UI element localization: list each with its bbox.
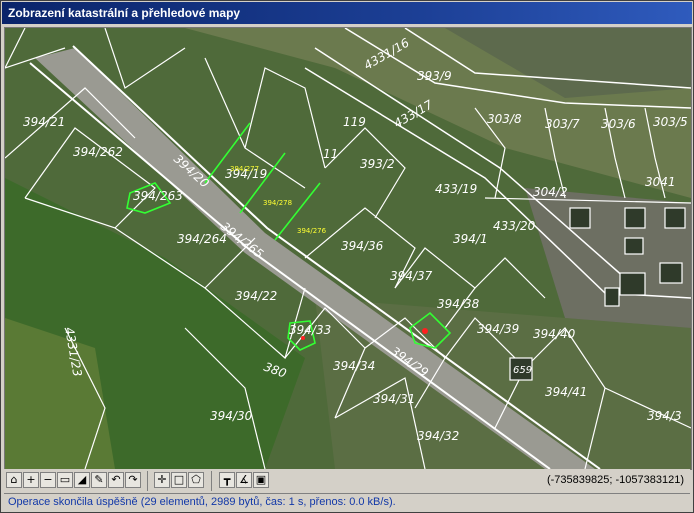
parcel-label: 394/36 bbox=[341, 239, 384, 253]
parcel-label: 394/37 bbox=[390, 269, 433, 283]
parcel-label: 394/21 bbox=[23, 115, 65, 129]
highlight-label: 394/278 bbox=[263, 199, 292, 207]
highlight-label: 394/276 bbox=[297, 227, 327, 235]
measure-icon[interactable]: ┳ bbox=[219, 472, 235, 488]
parcel-label: 3041 bbox=[645, 175, 676, 189]
parcel-label: 303/8 bbox=[487, 112, 522, 126]
parcel-label: 394/32 bbox=[417, 429, 459, 443]
parcel-label: 303/5 bbox=[653, 115, 688, 129]
parcel-label: 303/6 bbox=[601, 117, 636, 131]
map-view[interactable]: 394/20 394/265 394/29 380 394/21 394/262… bbox=[4, 27, 692, 470]
parcel-label: 303/7 bbox=[545, 117, 580, 131]
full-extent-icon[interactable]: ▭ bbox=[57, 472, 73, 488]
toolbar-separator bbox=[211, 471, 212, 491]
parcel-label: 394/30 bbox=[210, 409, 253, 423]
polygon-select-icon[interactable]: ⬠ bbox=[188, 472, 204, 488]
highlight-label: 394/277 bbox=[230, 165, 259, 173]
pencil-icon[interactable]: ✎ bbox=[91, 472, 107, 488]
parcel-label: 11 bbox=[323, 147, 338, 161]
parcel-label: 659 bbox=[513, 365, 532, 376]
undo-icon[interactable]: ↶ bbox=[108, 472, 124, 488]
parcel-label: 394/264 bbox=[177, 232, 227, 246]
map-toolbar: ⌂ + − ▭ ◢ ✎ ↶ ↷ ✛ □ ⬠ ┳ ∡ ▣ (-735839825;… bbox=[4, 469, 690, 493]
cadastral-map[interactable]: 394/20 394/265 394/29 380 394/21 394/262… bbox=[5, 28, 691, 469]
parcel-label: 119 bbox=[343, 115, 366, 129]
window-title: Zobrazení katastrální a přehledové mapy bbox=[2, 2, 692, 24]
area-icon[interactable]: ◢ bbox=[74, 472, 90, 488]
angle-icon[interactable]: ∡ bbox=[236, 472, 252, 488]
map-window: Zobrazení katastrální a přehledové mapy bbox=[0, 0, 694, 513]
toolbar-separator bbox=[147, 471, 148, 491]
parcel-label: 394/262 bbox=[73, 145, 123, 159]
parcel-label: 394/3 bbox=[647, 409, 682, 423]
home-icon[interactable]: ⌂ bbox=[6, 472, 22, 488]
rectangle-select-icon[interactable]: □ bbox=[171, 472, 187, 488]
parcel-label: 394/22 bbox=[235, 289, 277, 303]
zoom-out-icon[interactable]: − bbox=[40, 472, 56, 488]
parcel-label: 394/34 bbox=[333, 359, 375, 373]
parcel-label: 393/2 bbox=[360, 157, 395, 171]
parcel-label: 394/38 bbox=[437, 297, 480, 311]
parcel-label: 394/41 bbox=[545, 385, 587, 399]
coordinate-readout: (-735839825; -1057383121) bbox=[546, 474, 684, 486]
parcel-label: 393/9 bbox=[417, 69, 452, 83]
parcel-label: 394/31 bbox=[373, 392, 415, 406]
parcel-label: 433/19 bbox=[435, 182, 477, 196]
parcel-label: 394/33 bbox=[289, 323, 331, 337]
redo-icon[interactable]: ↷ bbox=[125, 472, 141, 488]
parcel-label: 394/1 bbox=[453, 232, 488, 246]
parcel-label: 394/263 bbox=[133, 189, 183, 203]
status-bar: Operace skončila úspěšně (29 elementů, 2… bbox=[4, 493, 690, 510]
parcel-label: 304/2 bbox=[533, 185, 568, 199]
parcel-label: 394/39 bbox=[477, 322, 519, 336]
parcel-label: 433/20 bbox=[493, 219, 536, 233]
zoom-in-icon[interactable]: + bbox=[23, 472, 39, 488]
parcel-label: 394/40 bbox=[533, 327, 576, 341]
print-icon[interactable]: ▣ bbox=[253, 472, 269, 488]
crosshair-icon[interactable]: ✛ bbox=[154, 472, 170, 488]
